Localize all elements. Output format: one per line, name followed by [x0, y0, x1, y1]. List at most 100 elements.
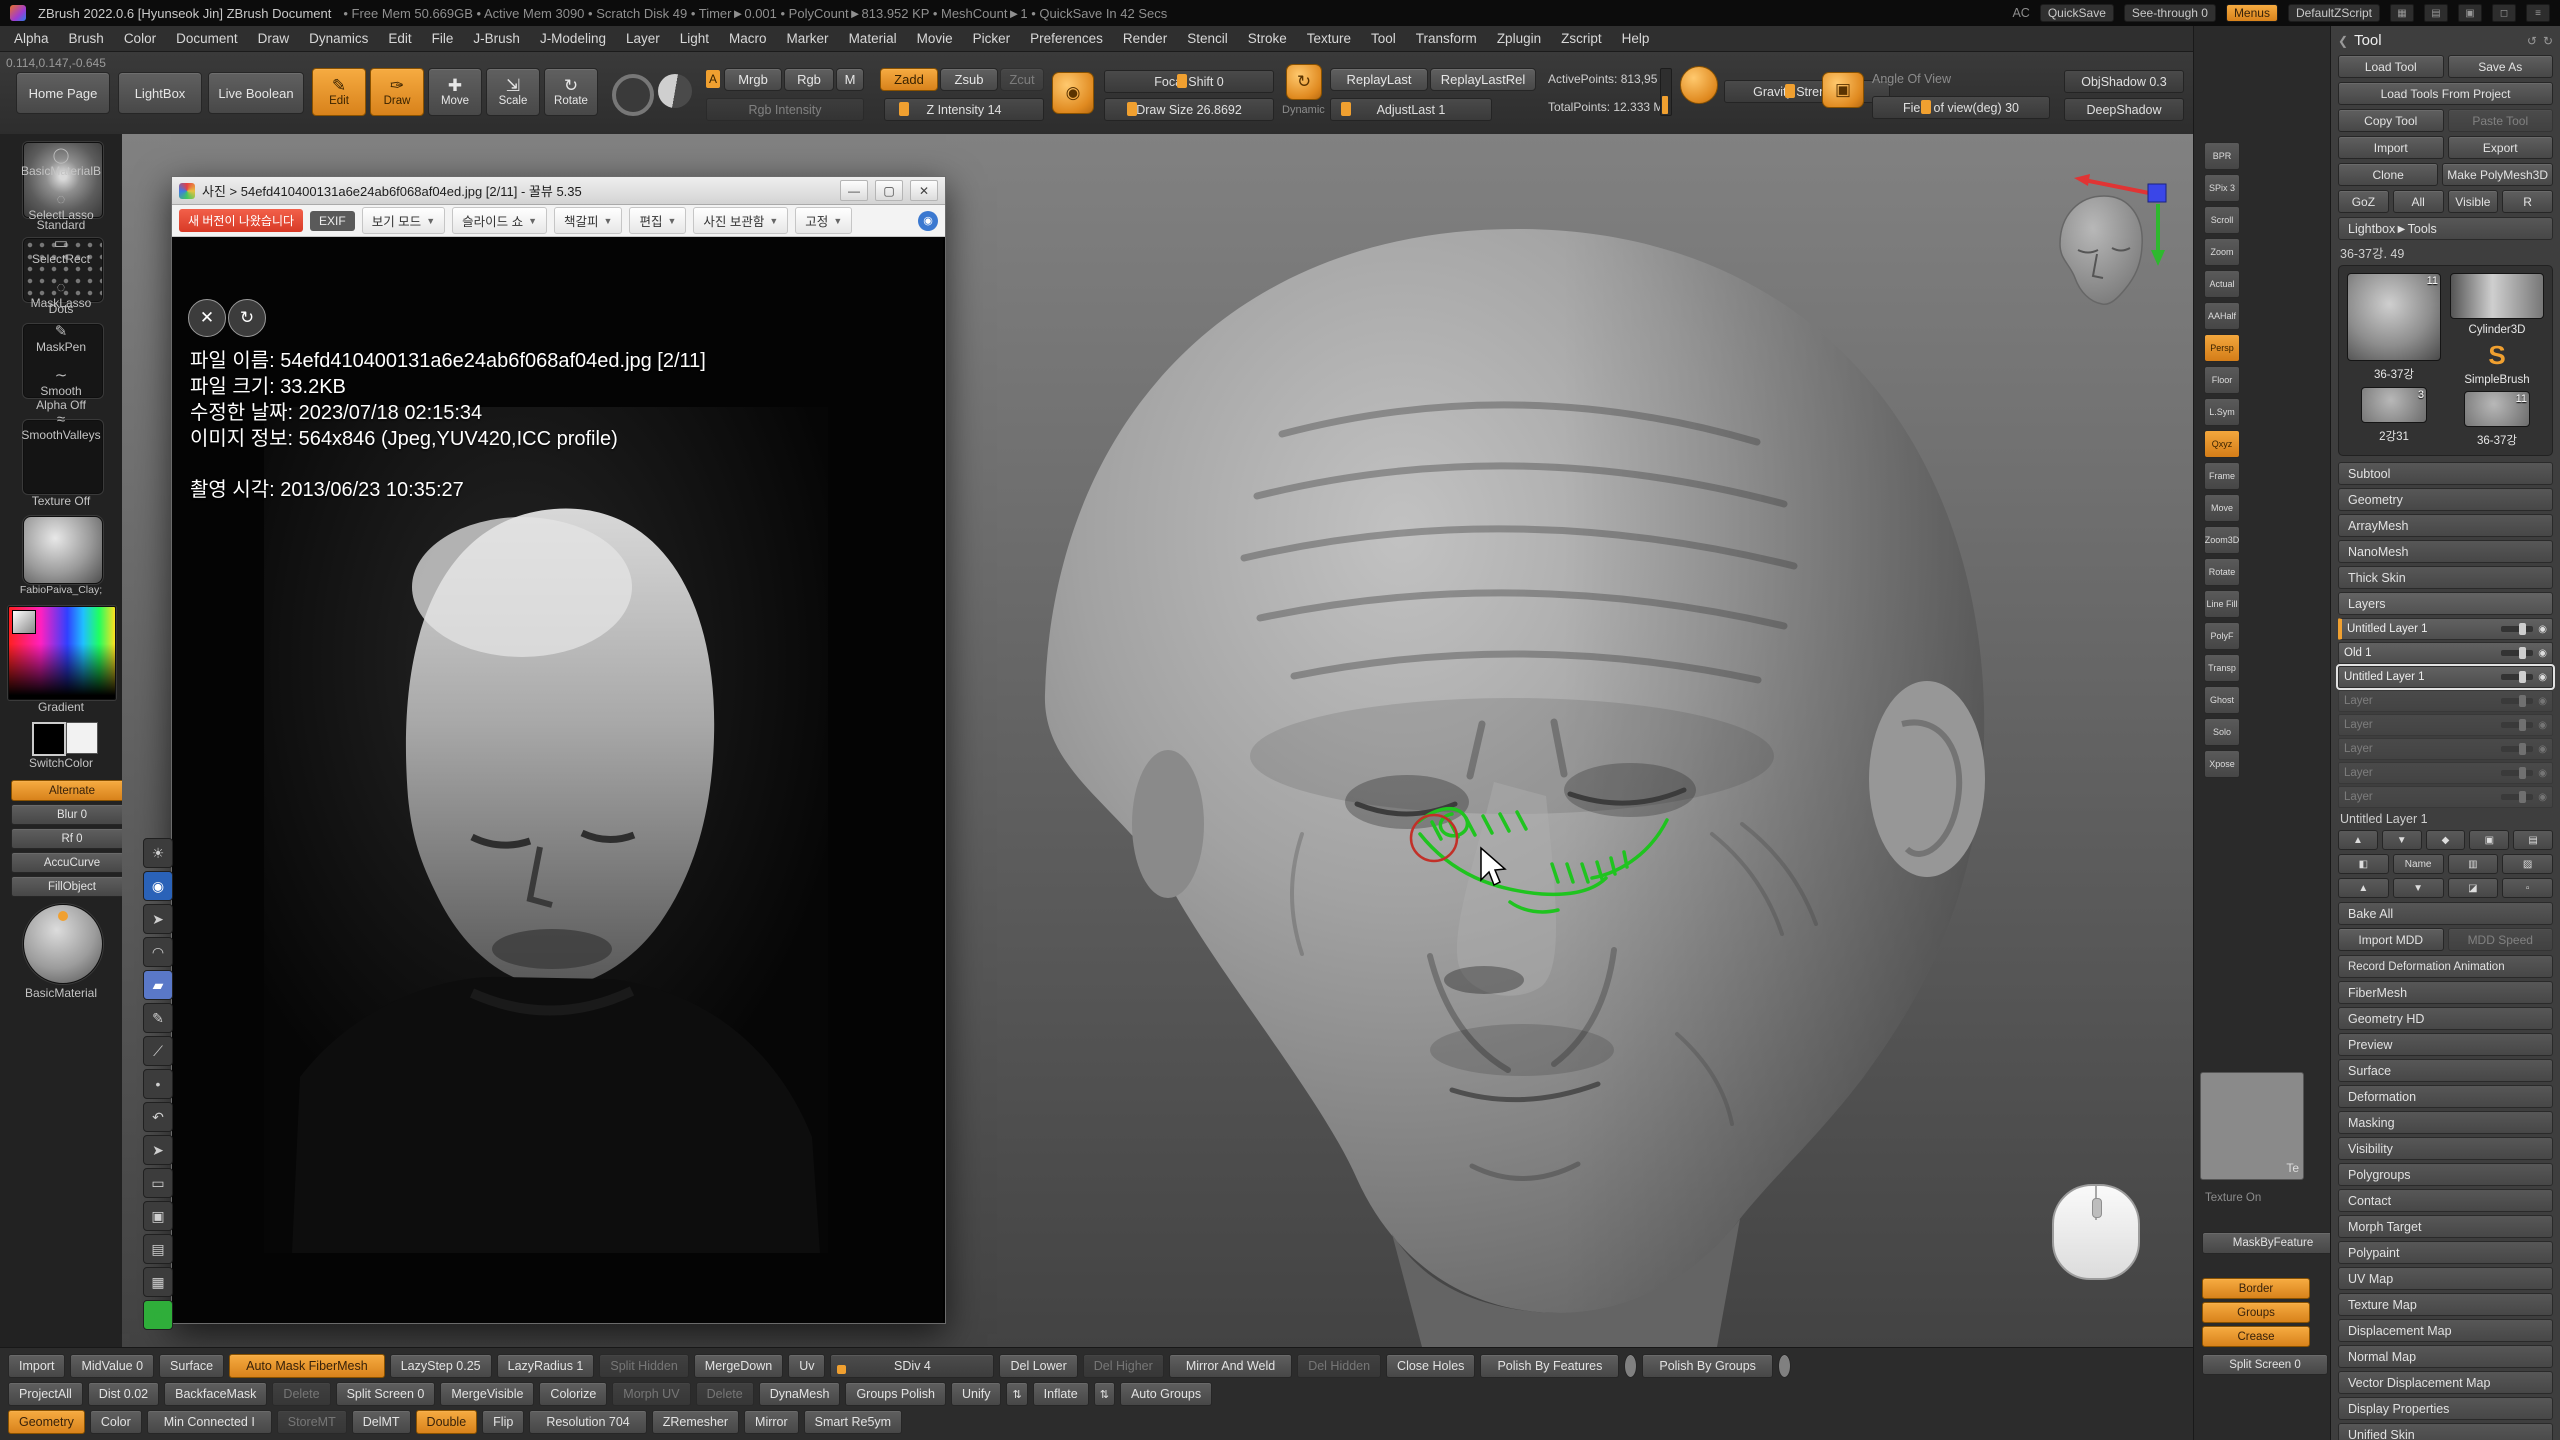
layer-intensity-slider[interactable] [2501, 698, 2533, 704]
replay-last-rel-button[interactable]: ReplayLastRel [1430, 68, 1536, 91]
menu-item[interactable]: Document [166, 31, 248, 46]
viewer-pin-icon[interactable]: ◉ [918, 211, 938, 231]
shape-icon[interactable]: ◠ [143, 937, 173, 967]
viewer-maximize-button[interactable]: ▢ [875, 180, 903, 201]
menu-item[interactable]: Help [1612, 31, 1660, 46]
tray-button[interactable]: Split Screen 0 [336, 1382, 436, 1406]
overlay-rotate-button[interactable]: ↻ [228, 299, 266, 337]
undo-icon[interactable]: ↶ [143, 1102, 173, 1132]
menu-toggle-icon[interactable]: ≡ [2526, 4, 2550, 22]
window-icon[interactable]: ◻ [2492, 4, 2516, 22]
overlay-close-button[interactable]: ✕ [188, 299, 226, 337]
mdd-speed-slider[interactable]: MDD Speed [2448, 928, 2554, 951]
menu-item[interactable]: Layer [616, 31, 670, 46]
adjust-last-slider[interactable]: AdjustLast 1 [1330, 98, 1492, 121]
tray-button[interactable]: Polish By Features [1480, 1354, 1619, 1378]
palette-section-header[interactable]: Geometry HD [2338, 1007, 2553, 1030]
matcap-preview[interactable] [2060, 196, 2142, 304]
rotate-button[interactable]: ↻Rotate [544, 68, 598, 116]
main-color-swatch[interactable] [32, 722, 66, 756]
palette-section-header[interactable]: Masking [2338, 1111, 2553, 1134]
layer-visibility-icon[interactable]: ◉ [2538, 672, 2547, 683]
layer-visibility-icon[interactable]: ◉ [2538, 768, 2547, 779]
zcut-button[interactable]: Zcut [1000, 68, 1044, 91]
layer-util-button[interactable]: ▥ [2448, 854, 2499, 874]
tray-button[interactable]: Resolution 704 [529, 1410, 646, 1434]
menus-button[interactable]: Menus [2226, 4, 2278, 22]
panel-collapse-icon[interactable]: ❮ [2338, 34, 2348, 48]
layer-intensity-slider[interactable] [2501, 746, 2533, 752]
layer-visibility-icon[interactable]: ◉ [2538, 744, 2547, 755]
simplebrush-icon[interactable]: S [2488, 341, 2505, 369]
cylinder-tool-thumbnail[interactable] [2450, 273, 2544, 319]
canvas-control-button[interactable]: PolyF [2204, 622, 2240, 650]
palette-section-header[interactable]: FiberMesh [2338, 981, 2553, 1004]
palette-section-header[interactable]: Thick Skin [2338, 566, 2553, 589]
tray-button[interactable]: Close Holes [1386, 1354, 1475, 1378]
ring-icon[interactable] [612, 74, 654, 116]
menu-item[interactable]: Light [670, 31, 719, 46]
layer-intensity-slider[interactable] [2501, 674, 2533, 680]
lightbox-tools-button[interactable]: Lightbox►Tools [2338, 217, 2553, 240]
menu-item[interactable]: Color [114, 31, 166, 46]
tray-button[interactable]: ⇅ [1094, 1382, 1115, 1406]
tray-button[interactable]: Del Higher [1083, 1354, 1164, 1378]
canvas-control-button[interactable]: Zoom [2204, 238, 2240, 266]
tray-button[interactable]: MergeDown [694, 1354, 783, 1378]
palette-section-header[interactable]: NanoMesh [2338, 540, 2553, 563]
tray-button[interactable]: Geometry [8, 1410, 85, 1434]
palette-icon[interactable]: ▦ [143, 1267, 173, 1297]
layer-icon-button[interactable]: ◪ [2448, 878, 2499, 898]
menu-item[interactable]: Macro [719, 31, 777, 46]
camera-icon[interactable]: ▣ [1822, 72, 1864, 108]
tray-button[interactable]: Auto Mask FiberMesh [229, 1354, 385, 1378]
tray-button[interactable]: Colorize [539, 1382, 607, 1406]
tool-panel-button[interactable]: Make PolyMesh3D [2442, 163, 2553, 186]
layer-util-button[interactable]: ▨ [2502, 854, 2553, 874]
tool-panel-button[interactable]: Copy Tool [2338, 109, 2444, 132]
menu-item[interactable]: Draw [248, 31, 300, 46]
palette-section-header[interactable]: UV Map [2338, 1267, 2553, 1290]
menu-item[interactable]: Stroke [1238, 31, 1297, 46]
tray-button[interactable]: Unify [951, 1382, 1001, 1406]
palette-section-header[interactable]: Morph Target [2338, 1215, 2553, 1238]
zadd-button[interactable]: Zadd [880, 68, 938, 91]
layer-intensity-slider[interactable] [2501, 722, 2533, 728]
new-version-button[interactable]: 새 버전이 나왔습니다 [179, 209, 303, 232]
canvas-control-button[interactable]: Floor [2204, 366, 2240, 394]
canvas-control-button[interactable]: Frame [2204, 462, 2240, 490]
layer-row[interactable]: Untitled Layer 1 ◉ [2338, 666, 2553, 688]
green-swatch-icon[interactable]: ■ [143, 1300, 173, 1330]
layer-nav-button[interactable]: ▣ [2469, 830, 2509, 850]
eye-icon[interactable]: ◉ [143, 871, 173, 901]
tool-panel-button[interactable]: Load Tools From Project [2338, 82, 2553, 105]
layer-row[interactable]: Untitled Layer 1 ◉ [2338, 618, 2553, 640]
tray-button[interactable]: StoreMT [277, 1410, 347, 1434]
undo-icon[interactable]: ↺ [2527, 34, 2537, 48]
palette-section-header[interactable]: Preview [2338, 1033, 2553, 1056]
viewer-menu-button[interactable]: 슬라이드 쇼▼ [452, 207, 547, 234]
tray-button[interactable]: Double [416, 1410, 478, 1434]
tray-button[interactable]: DynaMesh [759, 1382, 841, 1406]
tray-button[interactable]: Mirror [744, 1410, 799, 1434]
tray-button[interactable]: Min Connected I [147, 1410, 272, 1434]
clipboard-icon[interactable]: ▤ [143, 1234, 173, 1264]
home-page-button[interactable]: Home Page [16, 72, 110, 114]
replay-last-button[interactable]: ReplayLast [1330, 68, 1428, 91]
palette-section-header[interactable]: Deformation [2338, 1085, 2553, 1108]
recent-tool-thumbnail[interactable]: 3 [2361, 387, 2427, 423]
zsub-button[interactable]: Zsub [940, 68, 998, 91]
palette-section-header[interactable]: Vector Displacement Map [2338, 1371, 2553, 1394]
tool-panel-button[interactable]: GoZ [2338, 190, 2389, 213]
palette-dock-icon[interactable]: ▤ [2424, 4, 2448, 22]
tool-panel-button[interactable]: Import [2338, 136, 2444, 159]
m-button[interactable]: M [836, 68, 864, 91]
color-picker[interactable] [8, 606, 116, 700]
canvas-control-button[interactable]: AAHalf [2204, 302, 2240, 330]
tray-button[interactable]: Surface [159, 1354, 224, 1378]
color-picker-inner[interactable] [12, 610, 36, 634]
record-deformation-button[interactable]: Record Deformation Animation [2338, 955, 2553, 978]
tool-panel-button[interactable]: Clone [2338, 163, 2438, 186]
draw-button[interactable]: ✑Draw [370, 68, 424, 116]
tool-panel-button[interactable]: Export [2448, 136, 2554, 159]
